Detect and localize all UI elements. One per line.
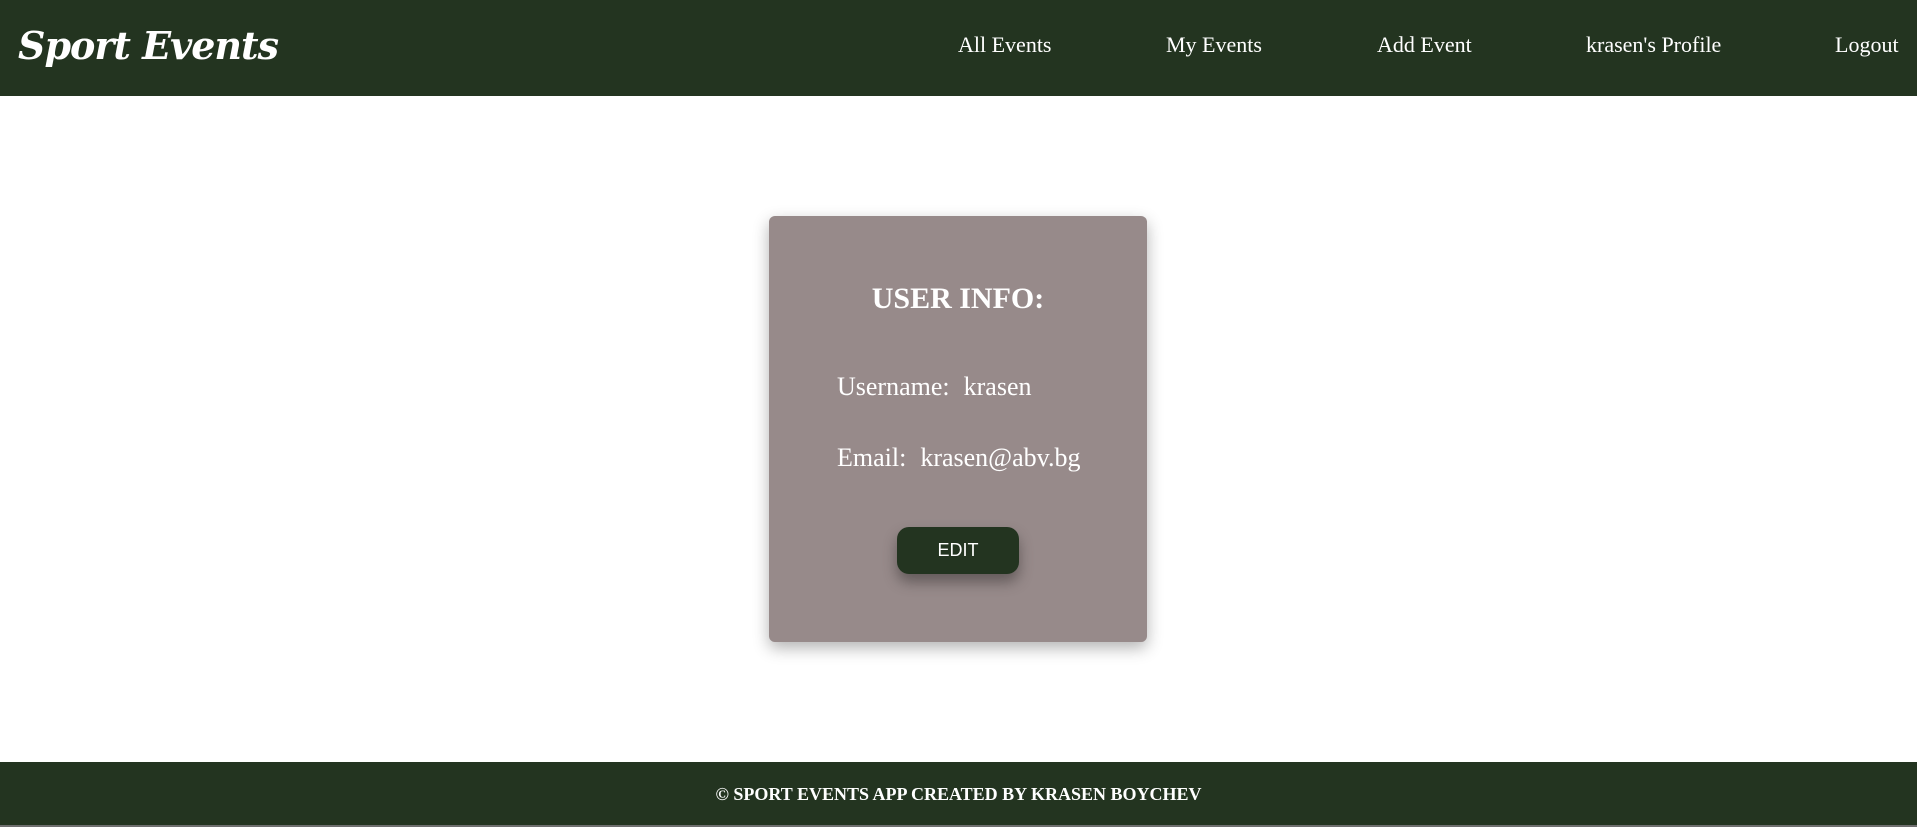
card-title: USER INFO: [871,282,1045,315]
nav-all-events[interactable]: All Events [958,32,1052,58]
email-label: Email: [837,443,907,472]
footer-copyright: © SPORT EVENTS APP CREATED BY KRASEN BOY… [715,784,1202,804]
username-row: Username: krasen [837,372,1031,402]
username-label: Username: [837,372,950,401]
nav-add-event[interactable]: Add Event [1377,32,1472,58]
footer: © SPORT EVENTS APP CREATED BY KRASEN BOY… [0,762,1917,827]
username-value: krasen [963,372,1032,401]
nav-my-events[interactable]: My Events [1166,32,1262,58]
top-navbar: Sport Events All Events My Events Add Ev… [0,0,1917,96]
email-value: krasen@abv.bg [920,443,1081,472]
site-logo[interactable]: Sport Events [18,24,279,68]
nav-logout[interactable]: Logout [1835,32,1899,58]
edit-button[interactable]: EDIT [897,527,1019,574]
user-info-card: USER INFO: Username: krasen Email: krasen@… [769,216,1147,642]
email-row: Email: krasen@abv.bg [837,443,1080,473]
nav-profile[interactable]: krasen's Profile [1586,32,1721,58]
